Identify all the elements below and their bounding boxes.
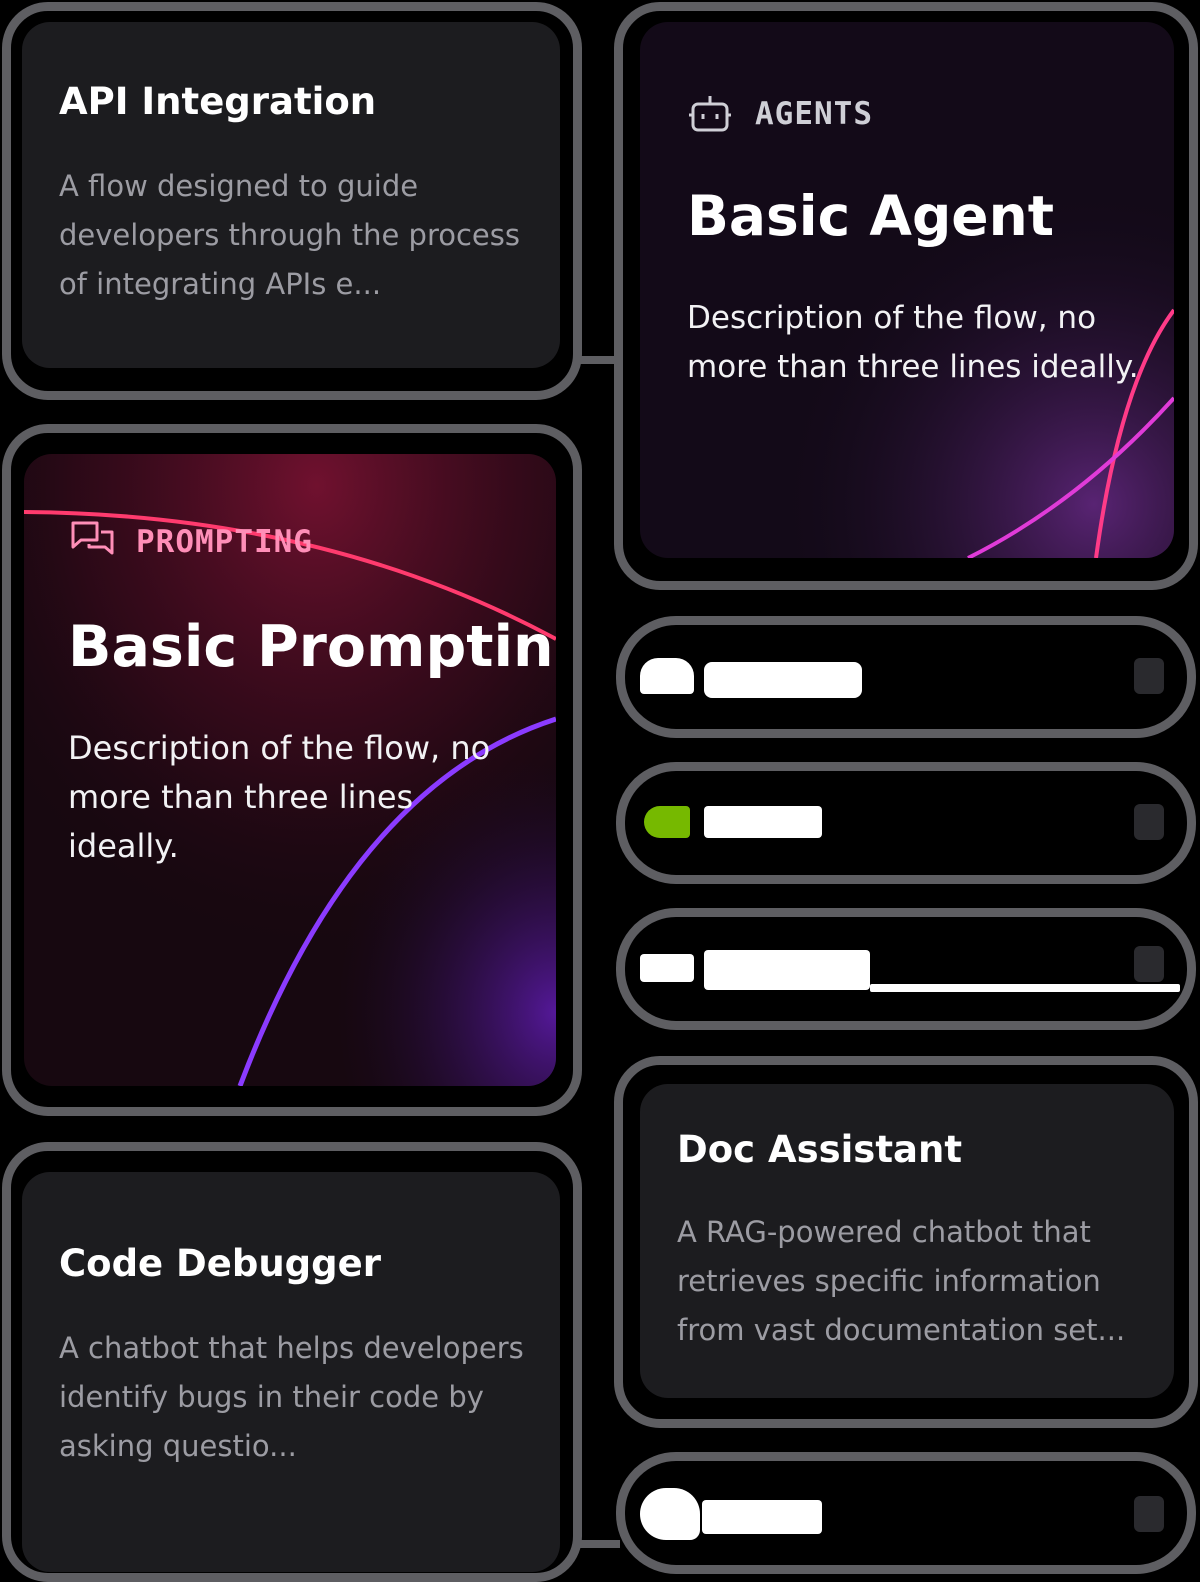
integration-name-redacted <box>704 806 822 838</box>
brand-logo-icon <box>640 1488 700 1540</box>
code-debugger-card[interactable]: Code Debugger A chatbot that helps devel… <box>22 1172 560 1572</box>
integration-name-redacted <box>702 1500 822 1534</box>
category-tag: AGENTS <box>755 96 873 132</box>
chevron-icon[interactable] <box>1134 1496 1164 1532</box>
card-title: Basic Agent <box>687 184 1055 248</box>
robot-icon <box>689 96 731 132</box>
card-title: API Integration <box>59 80 377 123</box>
nvidia-logo-icon <box>644 806 690 838</box>
card-title: Basic Prompting <box>68 614 556 680</box>
integration-pill[interactable] <box>640 636 1174 718</box>
integration-name-redacted <box>704 950 870 990</box>
basic-agent-card[interactable]: AGENTS Basic Agent Description of the fl… <box>640 22 1174 558</box>
integration-pill[interactable] <box>640 928 1180 1010</box>
category-tag: PROMPTING <box>136 524 313 560</box>
chevron-icon[interactable] <box>1134 946 1164 982</box>
card-title: Doc Assistant <box>677 1128 963 1171</box>
integration-pill[interactable] <box>640 782 1174 864</box>
card-description: A RAG-powered chatbot that retrieves spe… <box>677 1215 1126 1347</box>
api-integration-card[interactable]: API Integration A flow designed to guide… <box>22 22 560 368</box>
doc-assistant-card[interactable]: Doc Assistant A RAG-powered chatbot that… <box>640 1084 1174 1398</box>
integration-underline <box>870 984 1180 992</box>
basic-prompting-card[interactable]: PROMPTING Basic Prompting Description of… <box>24 454 556 1086</box>
card-description: Description of the flow, no more than th… <box>687 300 1139 385</box>
chevron-icon[interactable] <box>1134 658 1164 694</box>
card-description: Description of the flow, no more than th… <box>68 729 491 865</box>
chevron-icon[interactable] <box>1134 804 1164 840</box>
card-description: A flow designed to guide developers thro… <box>59 169 520 301</box>
brand-logo-icon <box>640 954 694 982</box>
cloud-logo-icon <box>640 658 694 694</box>
integration-name-redacted <box>704 662 862 698</box>
chat-bubbles-icon <box>71 521 114 555</box>
integration-pill[interactable] <box>640 1476 1174 1558</box>
card-description: A chatbot that helps developers identify… <box>59 1331 524 1463</box>
card-title: Code Debugger <box>59 1242 381 1285</box>
